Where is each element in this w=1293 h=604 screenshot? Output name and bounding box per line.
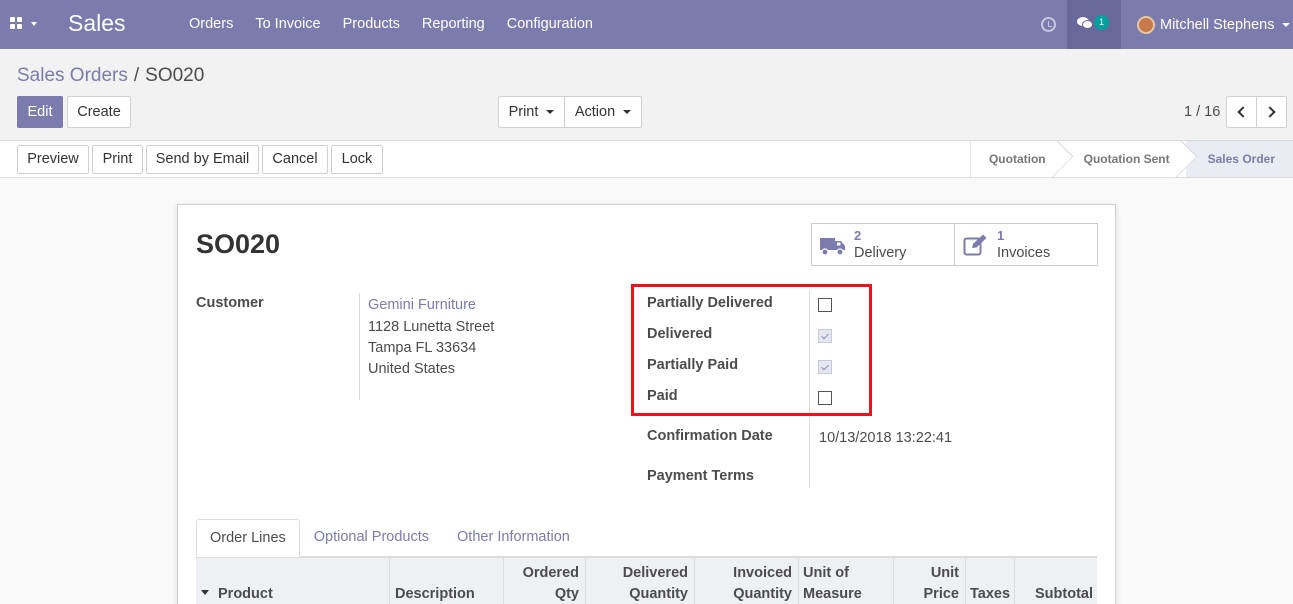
invoices-smart-button[interactable]: 1 Invoices <box>955 224 1097 265</box>
stage-label: Quotation <box>988 152 1046 166</box>
delivery-count: 2 <box>854 228 862 243</box>
customer-name-link[interactable]: Gemini Furniture <box>368 297 476 313</box>
breadcrumb-current: SO020 <box>145 65 205 86</box>
column-unit-price[interactable]: Unit Price <box>894 558 966 604</box>
menu-item-orders[interactable]: Orders <box>178 0 244 49</box>
truck-icon <box>820 238 845 256</box>
chevron-right-icon <box>1264 106 1276 118</box>
activity-clock-icon[interactable] <box>1041 17 1056 32</box>
delivery-smart-button[interactable]: 2 Delivery <box>812 224 955 265</box>
menu-item-products[interactable]: Products <box>332 0 411 49</box>
create-button[interactable]: Create <box>67 96 131 128</box>
column-delivered-line1: Delivered <box>622 565 688 581</box>
breadcrumb: Sales Orders / SO020 <box>17 65 204 87</box>
avatar <box>1137 16 1155 34</box>
highlight-box <box>631 284 872 416</box>
print-button[interactable]: Print <box>92 145 143 174</box>
stage-pipeline: Quotation Quotation Sent Sales Order <box>969 141 1293 177</box>
print-dropdown-label: Print <box>508 104 539 120</box>
apps-menu-button[interactable] <box>10 16 40 34</box>
action-dropdown-label: Action <box>574 104 616 120</box>
column-delivered-quantity[interactable]: Delivered Quantity <box>586 558 695 604</box>
column-uom-line2: Measure <box>803 586 862 602</box>
preview-button[interactable]: Preview <box>17 145 89 174</box>
stage-quotation[interactable]: Quotation <box>969 141 1062 177</box>
order-lines-header: Product Description Ordered Qty Delivered… <box>196 557 1097 604</box>
user-name: Mitchell Stephens <box>1160 17 1275 33</box>
user-menu[interactable]: Mitchell Stephens <box>1137 15 1291 35</box>
pager-next-button[interactable] <box>1256 96 1287 128</box>
chevron-down-icon <box>1282 23 1291 27</box>
customer-city: Tampa FL 33634 <box>368 340 477 356</box>
column-ordered-qty-line1: Ordered <box>522 565 579 581</box>
lock-button[interactable]: Lock <box>331 145 383 174</box>
app-brand[interactable]: Sales <box>68 10 126 37</box>
confirmation-date-value: 10/13/2018 13:22:41 <box>819 430 953 446</box>
delivery-label: Delivery <box>854 245 907 261</box>
customer-street: 1128 Lunetta Street <box>368 319 495 335</box>
tab-order-lines[interactable]: Order Lines <box>196 519 300 557</box>
stage-label: Quotation Sent <box>1083 152 1170 166</box>
breadcrumb-parent-link[interactable]: Sales Orders <box>17 65 128 87</box>
column-invoiced-line2: Quantity <box>733 586 792 602</box>
column-description[interactable]: Description <box>390 558 504 604</box>
column-subtotal[interactable]: Subtotal <box>1015 558 1097 604</box>
customer-country: United States <box>368 361 456 377</box>
column-invoiced-line1: Invoiced <box>733 565 792 581</box>
column-taxes[interactable]: Taxes <box>966 558 1015 604</box>
chevron-down-icon <box>623 110 632 115</box>
chevron-down-icon <box>546 110 555 115</box>
edit-button[interactable]: Edit <box>17 96 63 128</box>
column-ordered-qty[interactable]: Ordered Qty <box>504 558 586 604</box>
send-by-email-button[interactable]: Send by Email <box>146 145 259 174</box>
invoices-count: 1 <box>997 228 1005 243</box>
chevron-left-icon <box>1237 106 1249 118</box>
menu-item-configuration[interactable]: Configuration <box>496 0 604 49</box>
pager-value[interactable]: 1 / 16 <box>1184 104 1220 120</box>
invoices-label: Invoices <box>997 245 1051 261</box>
stage-sales-order[interactable]: Sales Order <box>1185 141 1293 177</box>
stage-quotation-sent[interactable]: Quotation Sent <box>1061 141 1186 177</box>
messaging-menu[interactable]: 1 <box>1067 0 1121 49</box>
main-menu: Orders To Invoice Products Reporting Con… <box>178 0 604 49</box>
customer-label: Customer <box>196 295 264 311</box>
smart-buttons: 2 Delivery 1 Invoices <box>811 223 1098 266</box>
stage-label: Sales Order <box>1207 152 1275 166</box>
action-dropdown[interactable]: Action <box>564 96 642 128</box>
column-ordered-qty-line2: Qty <box>554 586 579 602</box>
record-title: SO020 <box>196 229 281 259</box>
column-uom-line1: Unit of <box>803 565 849 581</box>
edit-icon <box>963 234 987 256</box>
confirmation-date-label: Confirmation Date <box>647 428 773 444</box>
column-delivered-line2: Quantity <box>629 586 688 602</box>
control-panel: Sales Orders / SO020 Edit Create Print A… <box>0 49 1293 141</box>
top-navbar: Sales Orders To Invoice Products Reporti… <box>0 0 1293 49</box>
print-dropdown[interactable]: Print <box>498 96 565 128</box>
tab-other-information[interactable]: Other Information <box>443 519 584 557</box>
payment-terms-label: Payment Terms <box>647 468 754 484</box>
notebook-tabs: Order Lines Optional Products Other Info… <box>196 519 1097 557</box>
column-unit-of-measure[interactable]: Unit of Measure <box>799 558 894 604</box>
menu-item-to-invoice[interactable]: To Invoice <box>244 0 331 49</box>
pager-previous-button[interactable] <box>1226 96 1257 128</box>
apps-grid-icon <box>10 17 23 30</box>
column-product[interactable]: Product <box>196 558 390 604</box>
chat-icon <box>1077 17 1093 31</box>
chat-count-badge: 1 <box>1094 15 1109 30</box>
column-price-line1: Unit <box>930 565 959 581</box>
breadcrumb-separator: / <box>133 65 140 86</box>
status-bar: Preview Print Send by Email Cancel Lock … <box>0 141 1293 178</box>
column-price-line2: Price <box>923 586 959 602</box>
field-divider <box>359 293 360 400</box>
column-invoiced-quantity[interactable]: Invoiced Quantity <box>695 558 799 604</box>
chevron-down-icon <box>31 22 37 26</box>
menu-item-reporting[interactable]: Reporting <box>411 0 496 49</box>
cancel-button[interactable]: Cancel <box>262 145 328 174</box>
tab-optional-products[interactable]: Optional Products <box>300 519 443 557</box>
